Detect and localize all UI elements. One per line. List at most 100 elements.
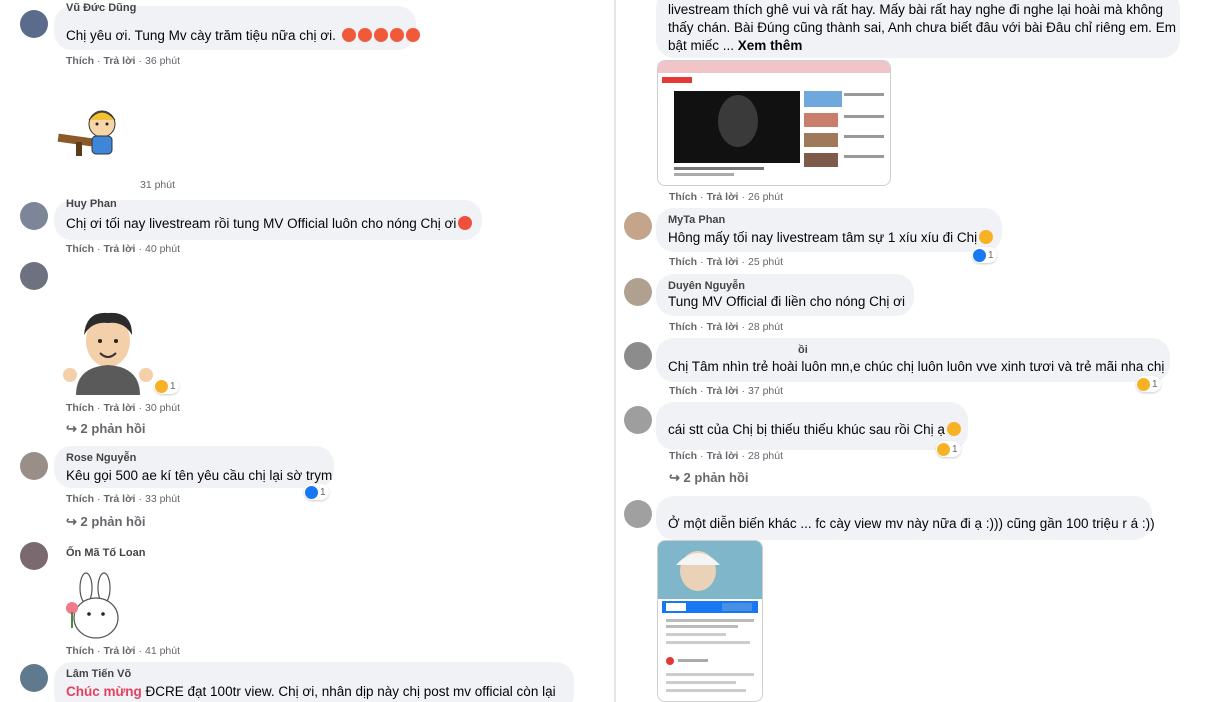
like-link[interactable]: Thích [669,321,697,333]
comment-bubble: cái stt của Chị bị thiếu thiếu khúc sau … [656,402,968,450]
comment-text: Chị ơi tối nay livestream rồi tung MV Of… [66,216,473,231]
reply-link[interactable]: Trả lời [707,191,739,203]
view-replies-link[interactable]: ↪ 2 phản hồi [669,470,749,486]
comment-actions: Thích · Trả lời · 41 phút [66,645,181,657]
comment-bubble: Huy Phan Chị ơi tối nay livestream rồi t… [54,198,482,240]
avatar[interactable] [20,202,48,230]
comment-text: thấy chán. Bài Đúng cũng thành sai, Anh … [668,20,1176,35]
comment-actions: Thích · Trả lời · 28 phút [669,450,784,462]
smile-emoji-icon [946,422,961,436]
love-emoji-icon [458,216,473,230]
reaction-summary[interactable]: 1 [304,484,329,500]
comment-actions: Thích · Trả lời · 40 phút [66,243,181,255]
reaction-summary[interactable]: 1 [936,441,961,457]
like-link[interactable]: Thích [66,243,94,255]
avatar[interactable] [624,212,652,240]
comment-time[interactable]: 36 phút [145,55,180,67]
comment-time[interactable]: 41 phút [145,645,180,657]
comment-author[interactable]: ồi [798,344,808,356]
reaction-summary[interactable]: 1 [154,378,179,394]
love-emoji-icon [373,28,388,42]
column-divider [614,0,616,702]
like-link[interactable]: Thích [669,256,697,268]
right-comment-column: livestream thích ghê vui và rất hay. Mấy… [622,0,1216,702]
love-emoji-icon [357,28,372,42]
comment-time[interactable]: 28 phút [748,321,783,333]
reply-link[interactable]: Trả lời [104,243,136,255]
sticker-image [62,572,126,642]
view-replies-link[interactable]: ↪ 2 phản hồi [66,514,146,530]
reply-link[interactable]: Trả lời [707,256,739,268]
avatar[interactable] [20,452,48,480]
comment-author[interactable]: Vũ Đức Dũng [66,2,136,14]
like-link[interactable]: Thích [66,402,94,414]
comment-time[interactable]: 31 phút [140,179,175,191]
like-link[interactable]: Thích [66,493,94,505]
comment-bubble: Ở một diễn biến khác ... fc cày view mv … [656,496,1155,540]
comment-text: Kêu gọi 500 ae kí tên yêu cầu chị lại sờ… [66,468,333,483]
comment-author[interactable]: MyTa Phan [668,214,725,226]
avatar[interactable] [20,10,48,38]
comment-time[interactable]: 28 phút [748,450,783,462]
like-link[interactable]: Thích [66,645,94,657]
comment-time[interactable]: 26 phút [748,191,783,203]
sticker-image [62,305,154,395]
comment-time[interactable]: 37 phút [748,385,783,397]
reply-link[interactable]: Trả lời [707,385,739,397]
reaction-summary[interactable]: 1 [1136,376,1161,392]
comment-author[interactable]: Huy Phan [66,198,117,210]
attached-screenshot[interactable] [657,60,891,186]
like-reaction-icon [305,485,318,499]
comment-bubble: livestream thích ghê vui và rất hay. Mấy… [656,0,1180,58]
comment-text: bật miếc ... Xem thêm [668,38,803,53]
replies-count: 2 phản hồi [80,514,146,529]
avatar[interactable] [20,542,48,570]
comment-text: livestream thích ghê vui và rất hay. Mấy… [668,2,1164,17]
comment-author[interactable]: Lâm Tiến Võ [66,668,131,680]
attached-screenshot[interactable] [657,540,763,702]
comment-actions: Thích · Trả lời · 26 phút [669,191,784,203]
highlighted-phrase: Chúc mừng [66,684,142,699]
comment-author[interactable]: Ốn Mã Tố Loan [66,547,145,559]
reply-link[interactable]: Trả lời [707,321,739,333]
comment-time[interactable]: 33 phút [145,493,180,505]
avatar[interactable] [624,342,652,370]
like-link[interactable]: Thích [669,450,697,462]
avatar[interactable] [624,406,652,434]
reaction-count: 1 [952,443,958,455]
comment-bubble: Rose Nguyễn Kêu gọi 500 ae kí tên yêu cầ… [54,446,334,488]
haha-emoji-icon [979,230,994,244]
comment-text: cái stt của Chị bị thiếu thiếu khúc sau … [668,422,961,437]
comment-time[interactable]: 30 phút [145,402,180,414]
like-link[interactable]: Thích [669,385,697,397]
comment-bubble: Lâm Tiến Võ Chúc mừng ĐCRE đạt 100tr vie… [54,662,574,702]
avatar[interactable] [624,500,652,528]
comment-time[interactable]: 40 phút [145,243,180,255]
comment-bubble: MyTa Phan Hông mấy tối nay livestream tâ… [656,208,1002,252]
reply-link[interactable]: Trả lời [707,450,739,462]
avatar[interactable] [624,278,652,306]
view-replies-link[interactable]: ↪ 2 phản hồi [66,421,146,437]
reply-link[interactable]: Trả lời [104,493,136,505]
comment-actions: Thích · Trả lời · 33 phút [66,493,181,505]
avatar[interactable] [20,664,48,692]
comment-text: Tung MV Official đi liền cho nóng Chị ơi [668,294,905,309]
see-more-link[interactable]: Xem thêm [738,38,803,53]
like-link[interactable]: Thích [66,55,94,67]
reply-link[interactable]: Trả lời [104,402,136,414]
comment-text: Hông mấy tối nay livestream tâm sự 1 xíu… [668,230,994,245]
comment-actions: Thích · Trả lời · 37 phút [669,385,784,397]
reply-link[interactable]: Trả lời [104,55,136,67]
comment-author[interactable]: Duyên Nguyễn [668,280,745,292]
comment-actions: Thích · Trả lời · 25 phút [669,256,784,268]
comment-text: Chị Tâm nhìn trẻ hoài luôn mn,e chúc chị… [668,359,1165,374]
reply-link[interactable]: Trả lời [104,645,136,657]
comment-actions: Thích · Trả lời · 30 phút [66,402,181,414]
reaction-summary[interactable]: 1 [972,247,997,263]
comment-bubble: Duyên Nguyễn Tung MV Official đi liền ch… [656,274,914,316]
comment-time[interactable]: 25 phút [748,256,783,268]
replies-count: 2 phản hồi [683,470,749,485]
comment-author[interactable]: Rose Nguyễn [66,452,136,464]
avatar[interactable] [20,262,48,290]
like-link[interactable]: Thích [669,191,697,203]
